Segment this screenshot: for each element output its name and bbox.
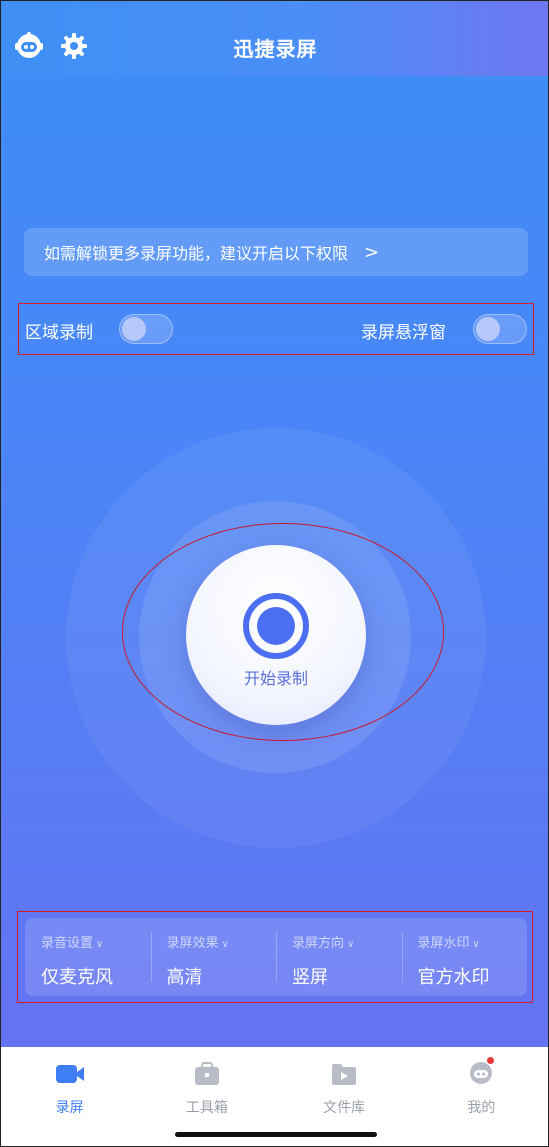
app-screen: 迅捷录屏 如需解锁更多录屏功能，建议开启以下权限 > 区域录制 录屏悬浮窗 开始… <box>0 0 549 1147</box>
notification-badge <box>486 1057 494 1064</box>
setting-value: 仅麦克风 <box>41 967 113 988</box>
orientation-setting[interactable]: 录屏方向 ∨ 竖屏 <box>276 918 402 996</box>
watermark-setting[interactable]: 录屏水印 ∨ 官方水印 <box>401 918 528 996</box>
quality-setting[interactable]: 录屏效果 ∨ 高清 <box>150 918 277 996</box>
video-camera-icon <box>55 1061 85 1087</box>
setting-label: 录屏水印 ∨ <box>417 936 480 951</box>
nav-tab-label: 录屏 <box>55 1100 84 1116</box>
permission-banner[interactable]: 如需解锁更多录屏功能，建议开启以下权限 > <box>24 228 528 276</box>
nav-tab-record[interactable]: 录屏 <box>1 1047 138 1146</box>
audio-setting[interactable]: 录音设置 ∨ 仅麦克风 <box>25 918 151 996</box>
setting-label: 录屏方向 ∨ <box>292 936 355 951</box>
setting-value: 高清 <box>166 967 203 988</box>
permission-banner-text: 如需解锁更多录屏功能，建议开启以下权限 <box>44 244 349 263</box>
chevron-down-icon: ∨ <box>221 939 229 950</box>
page-title: 迅捷录屏 <box>233 37 318 61</box>
chevron-down-icon: ∨ <box>96 939 104 950</box>
annotation-ellipse <box>122 523 444 741</box>
nav-tab-label: 文件库 <box>323 1100 366 1116</box>
home-indicator <box>175 1132 377 1137</box>
chevron-down-icon: ∨ <box>472 939 480 950</box>
floating-window-label: 录屏悬浮窗 <box>361 323 446 343</box>
chevron-down-icon: ∨ <box>347 939 355 950</box>
file-library-icon <box>329 1061 359 1087</box>
profile-icon <box>466 1061 496 1087</box>
toggle-row: 区域录制 录屏悬浮窗 <box>18 303 534 355</box>
region-record-label: 区域录制 <box>25 323 93 343</box>
setting-value: 竖屏 <box>292 967 328 988</box>
toggle-knob <box>122 317 146 341</box>
floating-window-toggle[interactable] <box>473 314 527 344</box>
nav-tab-profile[interactable]: 我的 <box>413 1047 548 1146</box>
setting-value: 官方水印 <box>417 967 490 988</box>
chevron-right-icon: > <box>364 241 380 263</box>
toggle-knob <box>476 317 500 341</box>
nav-tab-label: 工具箱 <box>185 1100 228 1116</box>
record-settings-bar: 录音设置 ∨ 仅麦克风 录屏效果 ∨ 高清 录屏方向 ∨ 竖屏 录屏水印 ∨ 官方水印 <box>25 918 527 996</box>
setting-label: 录屏效果 ∨ <box>166 936 229 951</box>
nav-tab-label: 我的 <box>467 1100 496 1116</box>
header: 迅捷录屏 <box>1 21 548 69</box>
region-record-toggle[interactable] <box>119 314 173 344</box>
setting-label: 录音设置 ∨ <box>41 936 104 951</box>
toolbox-icon <box>192 1061 222 1087</box>
